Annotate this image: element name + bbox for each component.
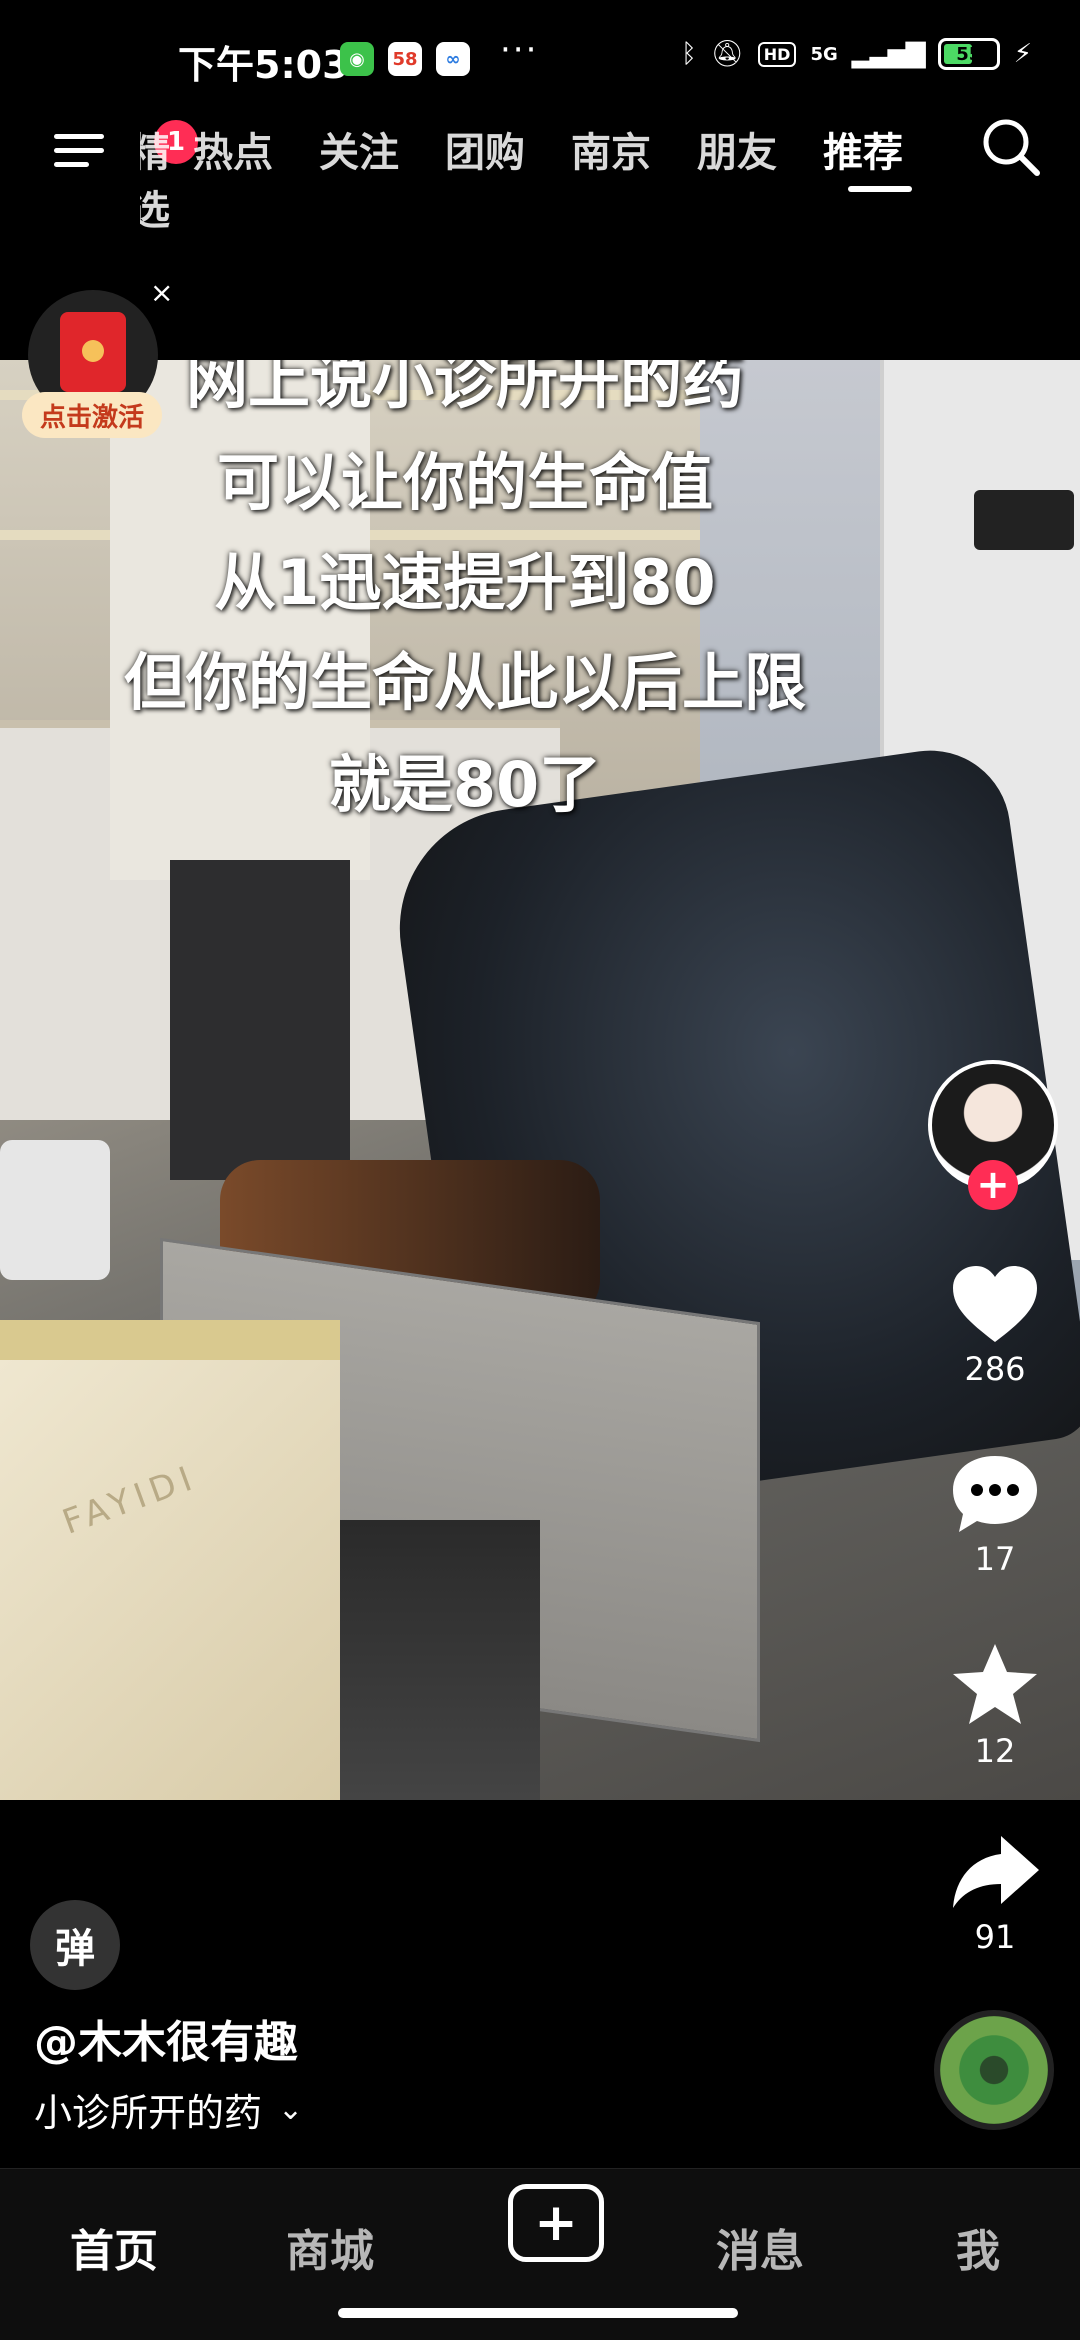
caption-line: 就是80了 (328, 748, 602, 821)
comment-icon (953, 1456, 1037, 1532)
danmu-toggle-button[interactable]: 弹 (30, 1900, 120, 1990)
share-icon (953, 1836, 1039, 1908)
menu-icon[interactable]: 1 (54, 120, 198, 174)
close-icon[interactable]: × (150, 276, 173, 309)
calculator (0, 1140, 110, 1280)
video-description[interactable]: 小诊所开的药 ⌄ (34, 2082, 303, 2137)
follow-button[interactable]: + (968, 1160, 1018, 1210)
person-legs (170, 860, 350, 1180)
author-name[interactable]: @木木很有趣 (34, 2006, 298, 2070)
baidu-netdisk-icon: ∞ (436, 42, 470, 76)
share-button[interactable]: 91 (930, 1830, 1060, 1956)
comment-button[interactable]: 17 (930, 1452, 1060, 1578)
tab-messages[interactable]: 消息 (716, 2215, 804, 2279)
mute-bell-icon: 🔕︎ (710, 39, 744, 69)
chevron-down-icon[interactable]: ⌄ (278, 2092, 303, 2127)
battery-level: 55 (956, 43, 982, 65)
description-text: 小诊所开的药 (34, 2091, 263, 2135)
network-label: 5G (810, 43, 838, 65)
tab-0[interactable]: 精选 (140, 110, 170, 236)
create-button[interactable]: + (508, 2184, 604, 2262)
58-app-icon: 58 (388, 42, 422, 76)
signal-icon: ▂▃▅▇ (851, 39, 926, 69)
status-more: ··· (500, 30, 539, 70)
share-count: 91 (974, 1918, 1016, 1956)
caption-line: 从1迅速提升到80 (214, 546, 716, 619)
caption-line: 但你的生命从此以后上限 (123, 646, 806, 719)
battery-icon: 55 (937, 38, 1000, 70)
tab-4[interactable]: 南京 (548, 110, 674, 236)
star-icon (953, 1644, 1037, 1724)
status-time: 下午5:03 (178, 43, 349, 87)
tab-1[interactable]: 热点 (170, 110, 296, 236)
tab-6[interactable]: 推荐 (800, 110, 926, 236)
tab-me[interactable]: 我 (956, 2215, 1000, 2279)
wechat-icon: ◉ (340, 42, 374, 76)
tab-5[interactable]: 朋友 (674, 110, 800, 236)
favorite-button[interactable]: 12 (930, 1640, 1060, 1770)
favorite-count: 12 (974, 1732, 1016, 1770)
top-nav: 1 精选 热点 关注 团购 南京 朋友 推荐 (0, 110, 1080, 234)
home-indicator (338, 2308, 738, 2318)
like-count: 286 (964, 1350, 1026, 1388)
red-envelope-icon (60, 312, 126, 392)
status-bar: 下午5:03 ◉ 58 ∞ ··· ᛒ 🔕︎ HD 5G ▂▃▅▇ 55 ⚡︎ (0, 0, 1080, 120)
like-button[interactable]: 286 (930, 1262, 1060, 1388)
nav-tabs: 精选 热点 关注 团购 南京 朋友 推荐 (140, 110, 926, 236)
tab-home[interactable]: 首页 (70, 2215, 158, 2279)
gift-box: FAYIDI (0, 1320, 340, 1800)
tab-mall[interactable]: 商城 (286, 2215, 374, 2279)
bluetooth-icon: ᛒ (681, 39, 697, 69)
active-tab-indicator (848, 186, 912, 192)
tab-2[interactable]: 关注 (296, 110, 422, 236)
caption-line: 可以让你的生命值 (216, 446, 713, 519)
heart-icon (953, 1266, 1037, 1342)
hd-badge: HD (757, 41, 797, 67)
tab-3[interactable]: 团购 (422, 110, 548, 236)
video-player[interactable]: FAYIDI 网上说小诊所开的药 可以让你的生命值 从1迅速提升到80 但你的生… (0, 360, 1080, 1800)
comment-count: 17 (974, 1540, 1016, 1578)
status-right: ᛒ 🔕︎ HD 5G ▂▃▅▇ 55 ⚡︎ (681, 38, 1032, 70)
red-packet-activate-button[interactable]: 点击激活 (22, 392, 162, 438)
music-disc[interactable] (934, 2010, 1054, 2130)
box-brand: FAYIDI (57, 1457, 203, 1543)
charging-icon: ⚡︎ (1013, 39, 1032, 69)
search-icon[interactable] (980, 116, 1042, 178)
